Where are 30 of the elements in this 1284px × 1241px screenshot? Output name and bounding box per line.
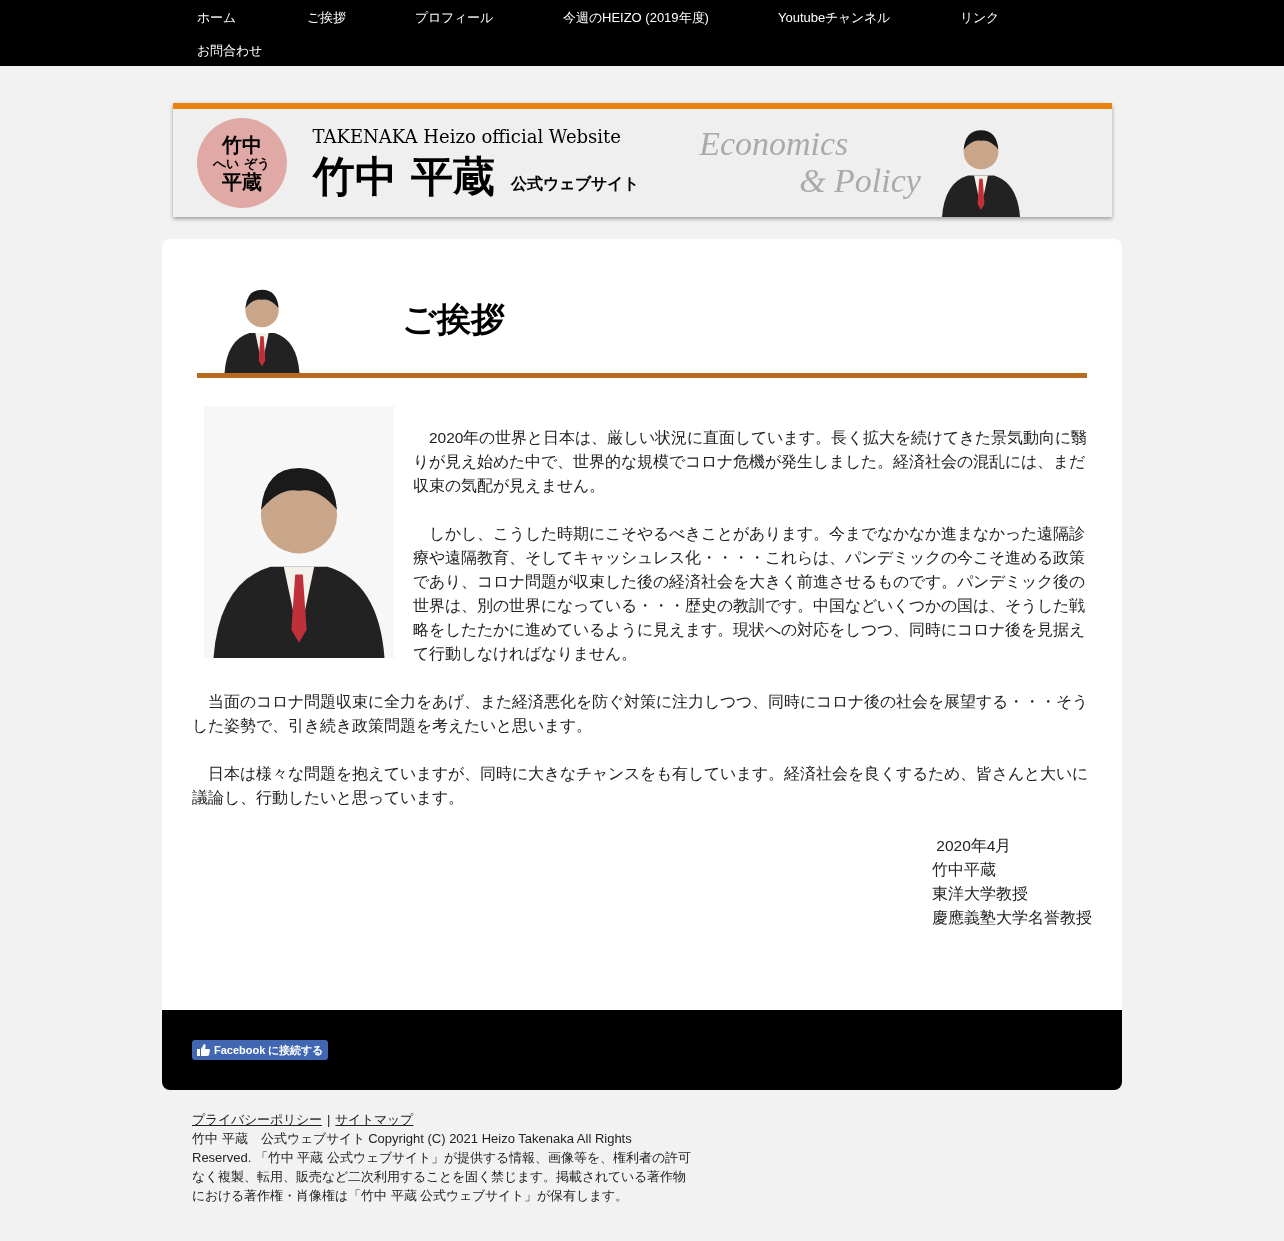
site-name: 竹中 平蔵 — [312, 150, 496, 203]
nav-link[interactable]: ホーム — [197, 8, 307, 41]
facebook-connect-button[interactable]: Facebook に接続する — [192, 1040, 329, 1060]
nav-link[interactable]: 今週のHEIZO (2019年度) — [563, 8, 778, 41]
logo-text: 竹中 — [221, 133, 262, 156]
nav-link[interactable]: リンク — [960, 8, 1020, 41]
signature-line: 竹中平蔵 — [932, 860, 997, 880]
body-paragraph: しかし、こうした時期にこそやるべきことがあります。今までなかなか進まなかった遠隔診療や遠隔教育、そしてキャッシュレス化・・・・これらは、パンデミックの今こそ進める政策であり、コロナ問題が収束した後の経済社会を大きく前進させるものです。パンデミック後の世界は、別の世界になっている・・・歴史の教訓です。中国などいくつかの国は、そうした戦略をしたたかに進めているように見えます。現状への対応をしつつ、同時にコロナ後を見据えて行動しなければなりません。 — [413, 524, 1086, 664]
nav-link[interactable]: Youtubeチャンネル — [778, 8, 960, 41]
nav-link[interactable]: お問合わせ — [197, 41, 267, 74]
nav-link[interactable]: プロフィール — [415, 8, 563, 41]
body-paragraph: 日本は様々な問題を抱えていますが、同時に大きなチャンスをも有しています。経済社会を良くするため、皆さんと大いに議論し、行動したいと思っています。 — [192, 764, 1089, 808]
link-separator: | — [327, 1111, 331, 1129]
privacy-policy-link[interactable]: プライバシーポリシー — [192, 1110, 322, 1129]
logo-reading: へい ぞう — [213, 155, 270, 171]
sitemap-link[interactable]: サイトマップ — [335, 1110, 414, 1129]
signature-line: 東洋大学教授 — [932, 884, 1029, 904]
banner-word: Economics — [699, 126, 850, 162]
copyright-text: 竹中 平蔵 公式ウェブサイト Copyright (C) 2021 Heizo Takenaka All Rights Reserved. 「竹中 平蔵 公式ウェブサイト」が提供する情報、画像等を、権利者の許可なく複製、転用、販売など二次利用することを固く禁じます。掲載されている著作物における著作権・肖像権は「竹中 平蔵 公式ウェブサイト」が保有します。 — [192, 1130, 692, 1205]
nav-link[interactable]: ご挨拶 — [307, 8, 415, 41]
page-heading: ご挨拶 — [402, 298, 505, 341]
thumbs-up-icon — [197, 1044, 210, 1056]
signature-line: 慶應義塾大学名誉教授 — [932, 908, 1092, 928]
signature-line: 2020年4月 — [935, 836, 1013, 856]
site-subtitle: TAKENAKA Heizo official Website — [312, 124, 622, 149]
site-tagline: 公式ウェブサイト — [511, 172, 640, 195]
body-paragraph: 当面のコロナ問題収束に全力をあげ、また経済悪化を防ぐ対策に注力しつつ、同時にコロナ後の社会を展望する・・・そうした姿勢で、引き続き政策問題を考えたいと思います。 — [192, 692, 1089, 736]
body-paragraph: 2020年の世界と日本は、厳しい状況に直面しています。長く拡大を続けてきた景気動向に翳りが見え始めた中で、世界的な規模でコロナ危機が発生しました。経済社会の混乱には、まだ収束の気配が見えません。 — [413, 428, 1089, 496]
banner-word: & Policy — [799, 162, 921, 200]
logo-text: 平蔵 — [221, 170, 262, 193]
